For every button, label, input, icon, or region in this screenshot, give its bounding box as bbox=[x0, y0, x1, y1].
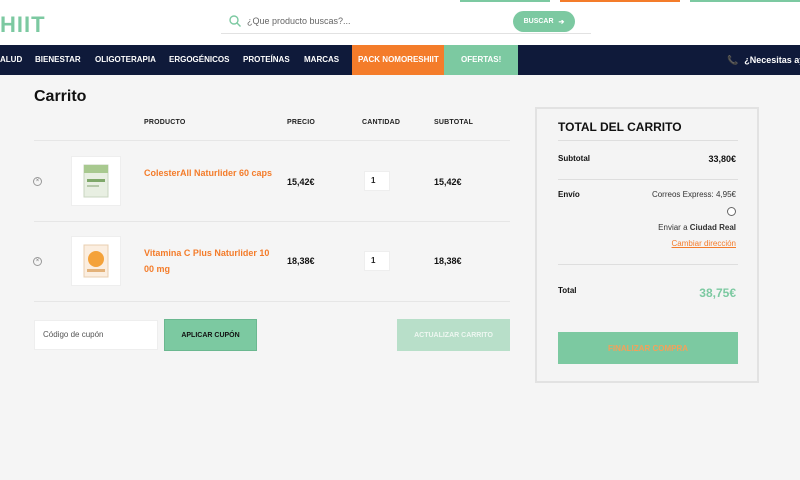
divider bbox=[34, 221, 510, 222]
col-header-quantity: CANTIDAD bbox=[362, 119, 401, 126]
product-price: 18,38€ bbox=[287, 256, 315, 266]
coupon-code-input[interactable]: Código de cupón bbox=[34, 320, 158, 350]
total-label: Total bbox=[558, 286, 577, 295]
col-header-price: PRECIO bbox=[287, 119, 316, 126]
arrow-right-icon: ➔ bbox=[558, 18, 565, 26]
nav-item-salud[interactable]: ALUD bbox=[0, 45, 22, 75]
help-link[interactable]: 📞 ¿Necesitas ay bbox=[727, 45, 800, 75]
change-address-link[interactable]: Cambiar dirección bbox=[672, 239, 736, 248]
nav-ofertas-label: OFERTAS! bbox=[461, 55, 502, 64]
site-header: HIIT ¿Que producto buscas?... BUSCAR ➔ bbox=[0, 0, 800, 45]
site-logo[interactable]: HIIT bbox=[0, 12, 46, 38]
phone-icon: 📞 bbox=[727, 55, 739, 65]
shipping-method: Correos Express: 4,95€ bbox=[651, 190, 736, 199]
search-icon bbox=[229, 15, 241, 27]
col-header-product: PRODUCTO bbox=[144, 119, 186, 126]
apply-coupon-button[interactable]: APLICAR CUPÓN bbox=[164, 319, 257, 351]
shipping-radio[interactable] bbox=[727, 207, 736, 216]
nav-item-bienestar[interactable]: BIENESTAR bbox=[35, 45, 81, 75]
help-label: ¿Necesitas ay bbox=[744, 55, 800, 65]
page-title: Carrito bbox=[34, 88, 87, 105]
ship-to-city: Ciudad Real bbox=[689, 223, 736, 232]
total-value: 38,75€ bbox=[699, 286, 736, 300]
remove-item-button[interactable]: × bbox=[33, 177, 42, 186]
subtotal-value: 33,80€ bbox=[708, 154, 736, 164]
quantity-input[interactable]: 1 bbox=[364, 251, 390, 271]
search-button[interactable]: BUSCAR ➔ bbox=[513, 11, 575, 32]
col-header-subtotal: SUBTOTAL bbox=[434, 119, 474, 126]
product-subtotal: 18,38€ bbox=[434, 256, 462, 266]
ship-to: Enviar a Ciudad Real bbox=[658, 223, 736, 232]
nav-item-ofertas[interactable]: OFERTAS! bbox=[444, 45, 518, 75]
quantity-input[interactable]: 1 bbox=[364, 171, 390, 191]
checkout-button[interactable]: FINALIZAR COMPRA bbox=[558, 332, 738, 364]
divider bbox=[34, 140, 510, 141]
shipping-label: Envío bbox=[558, 190, 580, 199]
divider bbox=[558, 179, 738, 180]
product-name-link[interactable]: Vitamina C Plus Naturlider 1000 mg bbox=[144, 245, 274, 277]
product-thumbnail[interactable] bbox=[71, 156, 121, 206]
nav-item-ergogenicos[interactable]: ERGOGÉNICOS bbox=[169, 45, 229, 75]
accent-stripe bbox=[460, 0, 550, 2]
product-image bbox=[83, 164, 109, 198]
update-cart-button[interactable]: ACTUALIZAR CARRITO bbox=[397, 319, 510, 351]
search-input[interactable]: ¿Que producto buscas?... bbox=[247, 16, 351, 26]
search-button-label: BUSCAR bbox=[523, 18, 554, 25]
product-name-link[interactable]: ColesterAll Naturlider 60 caps bbox=[144, 165, 274, 181]
product-image bbox=[83, 244, 109, 278]
remove-item-button[interactable]: × bbox=[33, 257, 42, 266]
ship-to-prefix: Enviar a bbox=[658, 223, 688, 232]
nav-item-proteinas[interactable]: PROTEÍNAS bbox=[243, 45, 290, 75]
nav-item-oligoterapia[interactable]: OLIGOTERAPIA bbox=[95, 45, 156, 75]
nav-item-marcas[interactable]: MARCAS bbox=[304, 45, 339, 75]
divider bbox=[558, 264, 738, 265]
product-subtotal: 15,42€ bbox=[434, 177, 462, 187]
divider bbox=[34, 301, 510, 302]
main-nav: ALUD BIENESTAR OLIGOTERAPIA ERGOGÉNICOS … bbox=[0, 45, 800, 75]
cart-totals-panel: TOTAL DEL CARRITO Subtotal 33,80€ Envío … bbox=[535, 107, 759, 383]
product-price: 15,42€ bbox=[287, 177, 315, 187]
accent-stripe bbox=[690, 0, 800, 2]
accent-stripe bbox=[560, 0, 680, 2]
nav-pack-label: PACK NOMORESHIIT bbox=[358, 55, 439, 64]
product-thumbnail[interactable] bbox=[71, 236, 121, 286]
divider bbox=[558, 140, 738, 141]
subtotal-label: Subtotal bbox=[558, 154, 590, 163]
nav-item-pack[interactable]: PACK NOMORESHIIT bbox=[352, 45, 444, 75]
cart-totals-title: TOTAL DEL CARRITO bbox=[558, 120, 682, 134]
